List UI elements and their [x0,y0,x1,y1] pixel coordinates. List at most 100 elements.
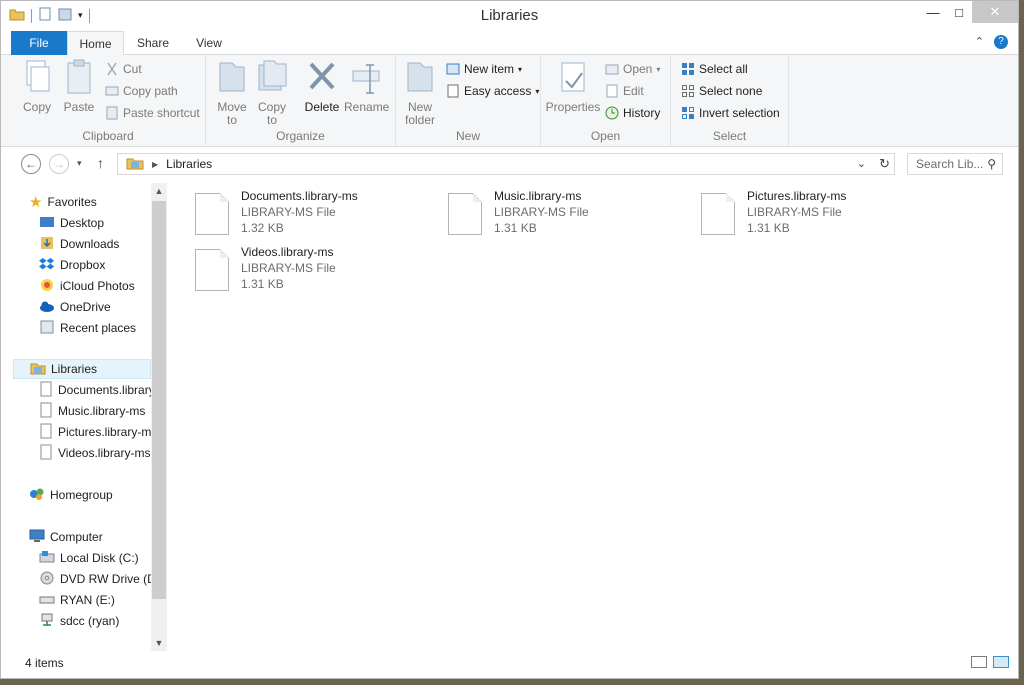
nav-library-item[interactable]: Music.library-ms [39,401,151,421]
file-size: 1.31 KB [241,277,284,291]
nav-homegroup[interactable]: Homegroup [29,485,113,505]
invert-selection-button[interactable]: Invert selection [681,104,780,122]
properties-button[interactable]: Properties [545,59,601,114]
nav-network-drive[interactable]: sdcc (ryan) [39,611,151,631]
nav-library-item[interactable]: Documents.library-ms [39,380,151,400]
organize-group-label: Organize [276,129,325,143]
recent-locations-icon[interactable]: ▾ [77,158,82,169]
downloads-label: Downloads [60,237,120,251]
nav-desktop[interactable]: Desktop [39,213,104,233]
nav-dvd-drive[interactable]: DVD RW Drive (D:) [39,569,151,589]
copy-to-button[interactable]: Copy to [250,59,294,127]
file-icon [39,381,53,400]
recent-places-icon [39,320,55,337]
scroll-down-icon[interactable]: ▼ [151,635,167,651]
file-item[interactable]: Documents.library-ms LIBRARY-MS File 1.3… [195,189,435,239]
move-to-button[interactable]: Move to [210,59,254,127]
delete-button[interactable]: Delete [300,59,344,114]
search-input[interactable]: Search Lib... [916,157,983,171]
file-icon [39,444,53,463]
help-icon[interactable]: ? [994,35,1008,49]
paste-button[interactable]: Paste [57,59,101,114]
file-type: LIBRARY-MS File [241,261,336,275]
new-item-button[interactable]: New item ▾ [446,60,522,78]
scroll-up-icon[interactable]: ▲ [151,183,167,199]
move-folder-icon [216,59,248,95]
collapse-ribbon-icon[interactable]: ⌃ [975,35,984,49]
document-icon [448,193,482,235]
paste-shortcut-icon [105,106,119,120]
file-item[interactable]: Videos.library-ms LIBRARY-MS File 1.31 K… [195,245,435,295]
file-item[interactable]: Pictures.library-ms LIBRARY-MS File 1.31… [701,189,941,239]
tab-share[interactable]: Share [131,31,175,55]
minimize-button[interactable]: — [920,1,946,23]
details-view-icon[interactable] [971,656,987,668]
window-title: Libraries [480,7,539,24]
nav-scrollbar[interactable]: ▲ ▼ [151,183,167,651]
scroll-thumb[interactable] [152,201,166,599]
copy-button[interactable]: Copy [15,59,59,114]
select-none-button[interactable]: Select none [681,82,762,100]
nav-usb-drive[interactable]: RYAN (E:) [39,590,151,610]
nav-downloads[interactable]: Downloads [39,234,119,254]
new-folder-label-2: folder [404,113,436,127]
tiles-view-icon[interactable] [993,656,1009,668]
paste-shortcut-label: Paste shortcut [123,106,200,120]
file-icon [39,423,53,442]
back-button[interactable]: ← [21,154,41,174]
nav-library-item[interactable]: Videos.library-ms [39,443,151,463]
refresh-icon[interactable]: ↻ [879,156,890,172]
address-row: ← → ▾ ↑ ▶ Libraries ⌄ ↻ Search Lib... ⚲ [1,149,1018,179]
select-all-button[interactable]: Select all [681,60,748,78]
file-size: 1.32 KB [241,221,284,235]
cut-button[interactable]: Cut [105,60,142,78]
up-arrow-icon[interactable]: ↑ [97,155,104,171]
nav-onedrive[interactable]: OneDrive [39,297,111,317]
favorites-label: Favorites [47,195,97,209]
file-item[interactable]: Music.library-ms LIBRARY-MS File 1.31 KB [448,189,688,239]
forward-button[interactable]: → [49,154,69,174]
open-button[interactable]: Open ▾ [605,60,660,78]
cloud-icon [39,299,55,316]
history-button[interactable]: History [605,104,660,122]
rename-label: Rename [344,100,390,114]
search-box[interactable]: Search Lib... ⚲ [907,153,1003,175]
downloads-icon [39,236,55,253]
libraries-icon [30,361,46,378]
address-bar[interactable]: ▶ Libraries ⌄ ↻ [117,153,895,175]
dvd-drive-label: DVD RW Drive (D:) [60,572,151,586]
nav-favorites[interactable]: ★ Favorites [29,192,97,212]
maximize-button[interactable]: □ [946,1,972,23]
nav-library-item[interactable]: Pictures.library-ms [39,422,151,442]
recent-places-label: Recent places [60,321,137,335]
new-folder-button[interactable]: New folder [398,59,442,127]
copy-path-button[interactable]: Copy path [105,82,178,100]
homegroup-label: Homegroup [50,488,113,502]
file-type: LIBRARY-MS File [747,205,842,219]
delete-x-icon [306,59,338,95]
easy-access-button[interactable]: Easy access ▾ [446,82,539,100]
document-icon [701,193,735,235]
nav-dropbox[interactable]: Dropbox [39,255,105,275]
nav-icloud-photos[interactable]: iCloud Photos [39,276,135,296]
file-name: Pictures.library-ms [747,189,847,203]
breadcrumb-libraries[interactable]: Libraries [166,157,212,171]
properties-label: Properties [545,100,601,114]
nav-local-disk[interactable]: Local Disk (C:) [39,548,151,568]
close-button[interactable]: ✕ [972,1,1018,23]
paste-shortcut-button[interactable]: Paste shortcut [105,104,200,122]
nav-recent-places[interactable]: Recent places [39,318,136,338]
rename-button[interactable]: Rename [344,59,390,114]
copy-icon [21,59,53,95]
nav-computer[interactable]: Computer [29,527,103,547]
star-icon: ★ [29,194,43,211]
tab-home[interactable]: Home [67,31,124,56]
nav-libraries[interactable]: Libraries [13,359,151,379]
open-group-label: Open [590,129,621,143]
tab-view[interactable]: View [189,31,229,55]
computer-icon [29,529,45,546]
select-group-label: Select [712,129,747,143]
move-to-label-2: to [226,113,237,127]
address-dropdown-icon[interactable]: ⌄ [857,157,866,170]
edit-button[interactable]: Edit [605,82,644,100]
